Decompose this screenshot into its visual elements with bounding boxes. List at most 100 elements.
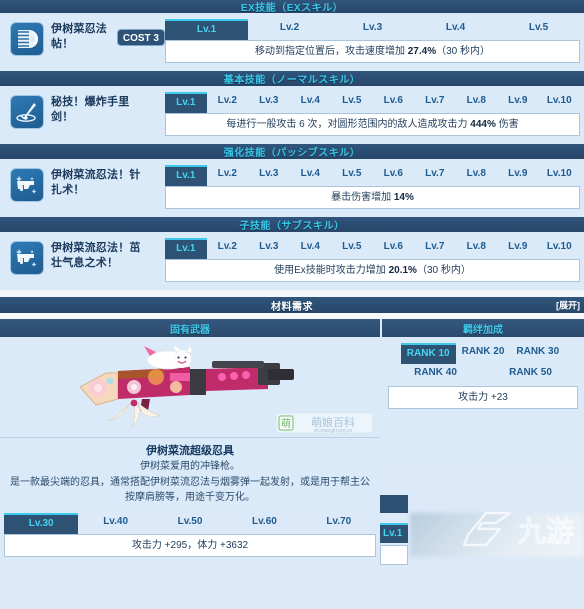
desc-value: 20.1% bbox=[388, 265, 417, 276]
section-header-ex-skill: EX技能（EXスキル） bbox=[0, 0, 584, 14]
level-tab[interactable]: Lv.4 bbox=[290, 238, 332, 259]
level-tab[interactable]: Lv.7 bbox=[414, 92, 456, 113]
level-tab[interactable]: Lv.1 bbox=[165, 165, 207, 186]
level-tab[interactable]: Lv.1 bbox=[165, 19, 248, 40]
level-tabs-sub: Lv.1 Lv.2 Lv.3 Lv.4 Lv.5 Lv.6 Lv.7 Lv.8 … bbox=[165, 238, 580, 259]
material-header[interactable]: 材料需求 [展开] bbox=[0, 297, 584, 313]
bond-side-level-tab[interactable]: Lv.1 bbox=[380, 523, 408, 543]
level-tab[interactable]: Lv.7 bbox=[414, 238, 456, 259]
level-tab[interactable]: Lv.9 bbox=[497, 165, 539, 186]
level-tab[interactable]: Lv.3 bbox=[248, 165, 290, 186]
rank-tab[interactable]: RANK 20 bbox=[456, 343, 511, 364]
section-title: EX技能（EXスキル） bbox=[240, 3, 344, 14]
expand-toggle[interactable]: [展开] bbox=[556, 299, 580, 312]
level-tabs-normal: Lv.1 Lv.2 Lv.3 Lv.4 Lv.5 Lv.6 Lv.7 Lv.8 … bbox=[165, 92, 580, 113]
weapon-level-tab[interactable]: Lv.40 bbox=[78, 513, 152, 534]
skill-name-passive: 伊树菜流忍法！针扎术！ bbox=[51, 169, 141, 196]
desc-value: 14% bbox=[393, 192, 414, 203]
section-header-normal-skill: 基本技能（ノーマルスキル） bbox=[0, 71, 584, 86]
weapon-name: 伊树菜流超级忍具 bbox=[146, 445, 234, 457]
level-tabs-ex: Lv.1 Lv.2 Lv.3 Lv.4 Lv.5 bbox=[165, 19, 580, 40]
weapon-description: 是一款最尖端的忍具，通常搭配伊树菜流忍法与烟雾弹一起发射，或是用于帮主公按摩肩膀… bbox=[10, 477, 370, 503]
skill-left-sub: 伊树菜流忍法！茁壮气息之术！ bbox=[10, 238, 165, 275]
level-tab[interactable]: Lv.3 bbox=[248, 92, 290, 113]
level-tab[interactable]: Lv.5 bbox=[497, 19, 580, 40]
level-tab[interactable]: Lv.6 bbox=[373, 165, 415, 186]
level-tab[interactable]: Lv.5 bbox=[331, 238, 373, 259]
weapon-column: 固有武器 萌 萌娘百科 zh.moegirl.org.cn 伊树菜流超级忍具 伊… bbox=[0, 319, 380, 513]
skill-left-ex: 伊树菜忍法帖！ COST 3 bbox=[10, 19, 165, 56]
level-tab[interactable]: Lv.1 bbox=[165, 92, 207, 113]
svg-text:九游: 九游 bbox=[518, 516, 574, 547]
level-tab[interactable]: Lv.9 bbox=[497, 92, 539, 113]
bottom-right-blurred-region: Lv.1 九游 bbox=[380, 495, 584, 565]
skill-left-passive: 伊树菜流忍法！针扎术！ bbox=[10, 165, 165, 202]
level-tabs-passive: Lv.1 Lv.2 Lv.3 Lv.4 Lv.5 Lv.6 Lv.7 Lv.8 … bbox=[165, 165, 580, 186]
moegirl-watermark: 萌 萌娘百科 zh.moegirl.org.cn bbox=[276, 412, 374, 434]
skill-description-passive: 暴击伤害增加 14% bbox=[165, 186, 580, 209]
level-tab[interactable]: Lv.8 bbox=[456, 92, 498, 113]
rank-tab[interactable]: RANK 50 bbox=[503, 364, 558, 383]
level-tab[interactable]: Lv.2 bbox=[207, 92, 249, 113]
level-tab[interactable]: Lv.4 bbox=[290, 165, 332, 186]
weapon-level-tab[interactable]: Lv.30 bbox=[4, 513, 79, 534]
skill-panel-page: EX技能（EXスキル） 伊树菜忍法帖！ COST 3 Lv.1 Lv.2 Lv.… bbox=[0, 0, 584, 609]
level-tab[interactable]: Lv.5 bbox=[331, 165, 373, 186]
bond-column: 羁绊加成 RANK 10 RANK 20 RANK 30 RANK 40 RAN… bbox=[380, 319, 584, 513]
level-tab[interactable]: Lv.9 bbox=[497, 238, 539, 259]
weapon-level-tab[interactable]: Lv.50 bbox=[153, 513, 227, 534]
section-title: 强化技能（パッシブスキル） bbox=[223, 148, 361, 159]
level-tab[interactable]: Lv.10 bbox=[539, 238, 581, 259]
weapon-level-tab[interactable]: Lv.60 bbox=[227, 513, 301, 534]
level-tab[interactable]: Lv.5 bbox=[331, 92, 373, 113]
skill-left-normal: 秘技！爆炸手里剑！ bbox=[10, 92, 165, 129]
bond-rank-area: RANK 10 RANK 20 RANK 30 RANK 40 RANK 50 … bbox=[382, 337, 584, 417]
material-title: 材料需求 bbox=[271, 301, 313, 313]
desc-post: 伤害 bbox=[495, 119, 519, 130]
level-tab[interactable]: Lv.10 bbox=[539, 165, 581, 186]
svg-text:zh.moegirl.org.cn: zh.moegirl.org.cn bbox=[314, 428, 353, 434]
skill-description-ex: 移动到指定位置后，攻击速度增加 27.4%（30 秒内） bbox=[165, 40, 580, 63]
bond-side-value-box bbox=[380, 545, 408, 565]
weapon-column-header: 固有武器 bbox=[0, 319, 380, 337]
weapon-column-title: 固有武器 bbox=[170, 324, 210, 336]
rank-tab[interactable]: RANK 30 bbox=[510, 343, 565, 364]
level-tab[interactable]: Lv.8 bbox=[456, 238, 498, 259]
gun-sparkle-icon bbox=[10, 241, 44, 275]
desc-value: 444% bbox=[470, 119, 496, 130]
level-tab[interactable]: Lv.7 bbox=[414, 165, 456, 186]
level-tab[interactable]: Lv.8 bbox=[456, 165, 498, 186]
bond-column-title: 羁绊加成 bbox=[463, 324, 503, 336]
desc-post: （30 秒内） bbox=[436, 46, 491, 57]
bond-column-header: 羁绊加成 bbox=[382, 319, 584, 337]
level-tab[interactable]: Lv.2 bbox=[207, 238, 249, 259]
svg-text:萌: 萌 bbox=[281, 417, 291, 430]
level-tab[interactable]: Lv.6 bbox=[373, 238, 415, 259]
level-tab[interactable]: Lv.4 bbox=[290, 92, 332, 113]
level-tab[interactable]: Lv.6 bbox=[373, 92, 415, 113]
section-header-passive-skill: 强化技能（パッシブスキル） bbox=[0, 144, 584, 159]
level-tab[interactable]: Lv.1 bbox=[165, 238, 207, 259]
skill-right-ex: Lv.1 Lv.2 Lv.3 Lv.4 Lv.5 移动到指定位置后，攻击速度增加… bbox=[165, 19, 580, 63]
gun-sparkle-icon bbox=[10, 168, 44, 202]
level-tab[interactable]: Lv.2 bbox=[207, 165, 249, 186]
weapon-subtitle: 伊树菜爱用的冲锋枪。 bbox=[140, 461, 240, 472]
level-tab[interactable]: Lv.4 bbox=[414, 19, 497, 40]
rank-tab[interactable]: RANK 40 bbox=[408, 364, 463, 383]
weapon-level-tab[interactable]: Lv.70 bbox=[302, 513, 376, 534]
level-tab[interactable]: Lv.3 bbox=[331, 19, 414, 40]
skill-description-sub: 使用Ex技能时攻击力增加 20.1%（30 秒内） bbox=[165, 259, 580, 282]
level-tab[interactable]: Lv.3 bbox=[248, 238, 290, 259]
skill-right-passive: Lv.1 Lv.2 Lv.3 Lv.4 Lv.5 Lv.6 Lv.7 Lv.8 … bbox=[165, 165, 580, 209]
level-tab[interactable]: Lv.10 bbox=[539, 92, 581, 113]
rank-tab[interactable]: RANK 10 bbox=[400, 343, 456, 364]
spacer bbox=[0, 290, 584, 297]
weapon-info: 伊树菜流超级忍具 伊树菜爱用的冲锋枪。 是一款最尖端的忍具，通常搭配伊树菜流忍法… bbox=[0, 437, 380, 513]
weapon-level-strip: Lv.30 Lv.40 Lv.50 Lv.60 Lv.70 攻击力 +295，体… bbox=[0, 495, 584, 565]
desc-pre: 每进行一般攻击 6 次，对圆形范围内的敌人造成攻击力 bbox=[226, 119, 471, 130]
rank-tabs: RANK 10 RANK 20 RANK 30 bbox=[388, 343, 578, 364]
level-tab[interactable]: Lv.2 bbox=[248, 19, 331, 40]
desc-post: （30 秒内） bbox=[416, 265, 471, 276]
svg-text:萌娘百科: 萌娘百科 bbox=[311, 415, 355, 429]
weapon-image-area: 萌 萌娘百科 zh.moegirl.org.cn bbox=[0, 337, 380, 437]
